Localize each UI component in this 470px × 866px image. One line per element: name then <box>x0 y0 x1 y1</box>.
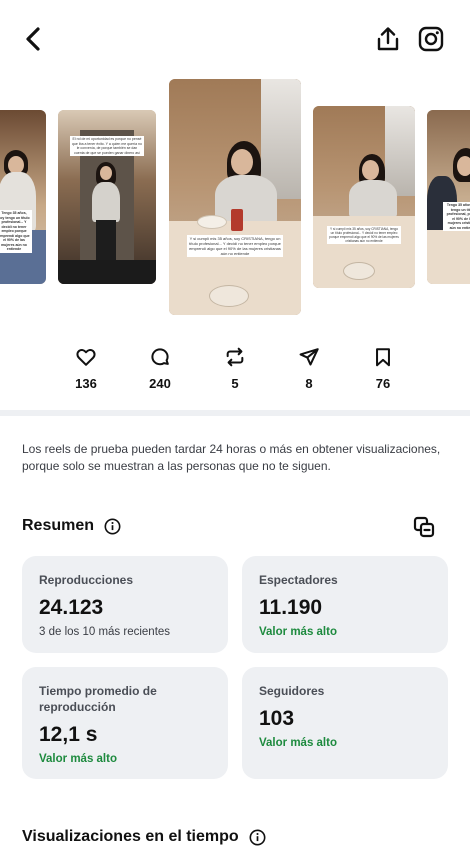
reel-thumbnail-carousel[interactable]: Tengo 35 años, soy tengo un título profe… <box>0 78 470 318</box>
info-icon[interactable] <box>104 518 121 535</box>
card-subtext: Valor más alto <box>259 737 337 749</box>
person-body <box>349 180 397 218</box>
dining-table <box>427 230 470 284</box>
comments-stat[interactable]: 240 <box>130 340 190 400</box>
thumbnail-caption: Tengo 35 años, soy tengo un título profe… <box>0 210 32 253</box>
reel-thumbnail[interactable]: Y si cumplí mis 35 años, soy CRISTIANA, … <box>313 106 415 288</box>
card-value: 103 <box>259 707 295 730</box>
top-bar <box>0 0 470 78</box>
card-value: 24.123 <box>39 596 104 619</box>
section-divider <box>0 410 470 416</box>
person-face <box>362 160 379 180</box>
cup <box>343 262 375 280</box>
summary-card-followers[interactable]: Seguidores 103 Valor más alto <box>242 667 448 779</box>
info-icon[interactable] <box>249 829 266 846</box>
saves-count: 76 <box>375 376 391 391</box>
card-label: Reproducciones <box>39 573 134 587</box>
card-label: Tiempo promedio de reproducción <box>39 684 157 714</box>
thumbnail-caption: Tengo 35 años, soy tengo un título profe… <box>443 202 470 231</box>
views-over-time-header: Visualizaciones en el tiempo <box>22 828 266 846</box>
reel-thumbnail-selected[interactable]: Y si cumplí mis 35 años, soy CRISTIANA, … <box>169 79 301 315</box>
card-label: Seguidores <box>259 684 325 698</box>
reel-thumbnail[interactable]: Tengo 35 años, soy tengo un título profe… <box>427 110 470 284</box>
cup <box>209 285 249 307</box>
bookmark-icon <box>376 348 390 367</box>
person-body <box>92 182 120 222</box>
shares-stat[interactable]: 8 <box>279 340 339 400</box>
card-value: 12,1 s <box>39 723 98 746</box>
thumbnail-caption: El rol de mi oportunidad es porque no pe… <box>70 136 144 156</box>
summary-header: Resumen <box>22 517 121 535</box>
card-subtext: Valor más alto <box>39 753 117 765</box>
chevron-left-icon <box>26 27 40 51</box>
repost-icon <box>226 347 244 367</box>
reposts-count: 5 <box>231 376 239 391</box>
shares-count: 8 <box>305 376 313 391</box>
comments-count: 240 <box>149 376 171 391</box>
heart-icon <box>76 348 96 366</box>
likes-stat[interactable]: 136 <box>56 340 116 400</box>
summary-card-plays[interactable]: Reproducciones 24.123 3 de los 10 más re… <box>22 556 228 653</box>
card-subtext: Valor más alto <box>259 626 337 638</box>
floor <box>58 260 156 284</box>
reel-thumbnail[interactable]: Tengo 35 años, soy tengo un título profe… <box>0 110 46 284</box>
person-face <box>457 156 470 176</box>
reposts-stat[interactable]: 5 <box>205 340 265 400</box>
engagement-stats: 136 240 5 8 76 <box>0 340 470 400</box>
thumbnail-caption: Y si cumplí mis 35 años, soy CRISTIANA, … <box>327 226 401 244</box>
likes-count: 136 <box>75 376 97 391</box>
views-over-time-title: Visualizaciones en el tiempo <box>22 828 239 845</box>
summary-card-viewers[interactable]: Espectadores 11.190 Valor más alto <box>242 556 448 653</box>
instagram-button[interactable] <box>416 24 446 54</box>
instagram-icon <box>418 26 444 52</box>
summary-card-avg-watch-time[interactable]: Tiempo promedio de reproducción 12,1 s V… <box>22 667 228 779</box>
saves-stat[interactable]: 76 <box>353 340 413 400</box>
person-legs <box>96 220 116 260</box>
person-face <box>231 149 253 175</box>
back-button[interactable] <box>18 24 48 54</box>
card-value: 11.190 <box>259 596 323 619</box>
reel-thumbnail[interactable]: El rol de mi oportunidad es porque no pe… <box>58 110 156 284</box>
card-subtext: 3 de los 10 más recientes <box>39 626 171 638</box>
summary-title: Resumen <box>22 517 95 534</box>
person-face <box>100 166 112 180</box>
thumbnail-caption: Y si cumplí mis 35 años, soy CRISTIANA, … <box>187 235 283 257</box>
plate <box>197 215 227 229</box>
share-button[interactable] <box>373 24 403 54</box>
compare-icon[interactable] <box>412 515 436 539</box>
share-upload-icon <box>377 27 399 51</box>
juice-glass <box>231 209 243 231</box>
test-reels-notice: Los reels de prueba pueden tardar 24 hor… <box>22 442 441 473</box>
send-icon <box>299 348 319 366</box>
comment-icon <box>151 348 169 366</box>
card-label: Espectadores <box>259 573 338 587</box>
